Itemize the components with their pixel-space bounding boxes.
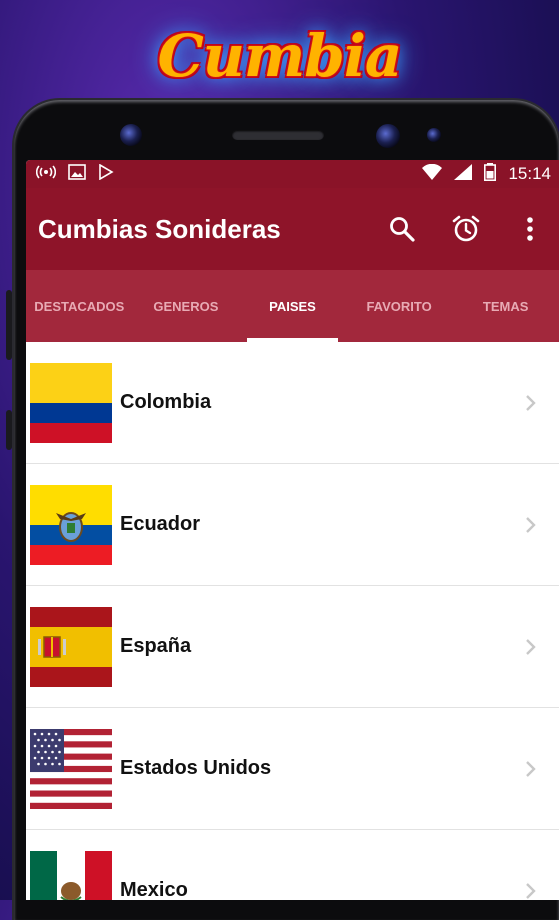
country-list: Colombia Ecuador España Estados Unidos M… (26, 342, 559, 900)
spain-flag-icon (30, 606, 112, 687)
tab-temas[interactable]: TEMAS (452, 270, 559, 342)
colombia-flag-icon (30, 362, 112, 443)
list-item-espana[interactable]: España (26, 586, 559, 708)
more-vertical-icon (527, 217, 533, 241)
chevron-right-icon (515, 638, 545, 656)
status-time: 15:14 (508, 164, 551, 183)
country-name: Colombia (120, 391, 212, 413)
list-item-mexico[interactable]: Mexico (26, 830, 559, 900)
status-bar: 15:14 (26, 160, 559, 188)
phone-side-button (6, 410, 12, 450)
tab-favorito[interactable]: FAVORITO (346, 270, 453, 342)
signal-icon (454, 164, 473, 184)
more-options-button[interactable] (515, 214, 545, 244)
list-item-colombia[interactable]: Colombia (26, 342, 559, 464)
page-title: Cumbias Sonideras (38, 213, 281, 244)
play-store-icon (98, 163, 114, 184)
front-camera (376, 124, 400, 148)
chevron-right-icon (515, 882, 545, 900)
list-item-ecuador[interactable]: Ecuador (26, 464, 559, 586)
country-name: España (120, 635, 192, 657)
usa-flag-icon (30, 728, 112, 809)
list-item-estados-unidos[interactable]: Estados Unidos (26, 708, 559, 830)
alarm-button[interactable] (451, 214, 481, 244)
image-icon (68, 164, 86, 184)
country-name: Estados Unidos (120, 757, 272, 779)
search-icon (390, 217, 415, 242)
ecuador-flag-icon (30, 484, 112, 565)
mexico-flag-icon (30, 850, 112, 900)
chevron-right-icon (515, 760, 545, 778)
tab-paises[interactable]: PAISES (239, 270, 346, 342)
tab-bar: DESTACADOS GENEROS PAISES FAVORITO TEMAS (26, 270, 559, 342)
tab-destacados[interactable]: DESTACADOS (26, 270, 133, 342)
chevron-right-icon (515, 516, 545, 534)
search-button[interactable] (387, 214, 417, 244)
country-name: Mexico (120, 879, 188, 900)
country-name: Ecuador (120, 513, 201, 535)
alarm-clock-icon (452, 215, 480, 242)
phone-side-button (6, 290, 12, 360)
battery-icon (484, 163, 497, 185)
logo-text: Cumbia (157, 22, 403, 90)
front-camera (120, 124, 142, 146)
hotspot-icon (35, 165, 57, 183)
chevron-right-icon (515, 394, 545, 412)
sensor (427, 128, 441, 142)
app-logo: Cumbia (0, 14, 559, 98)
tab-generos[interactable]: GENEROS (133, 270, 240, 342)
phone-speaker (232, 130, 324, 140)
app-toolbar: Cumbias Sonideras (26, 188, 559, 270)
app-screen: 15:14 Cumbias Sonideras DESTACADOS GENER… (26, 160, 559, 900)
wifi-icon (422, 163, 443, 184)
